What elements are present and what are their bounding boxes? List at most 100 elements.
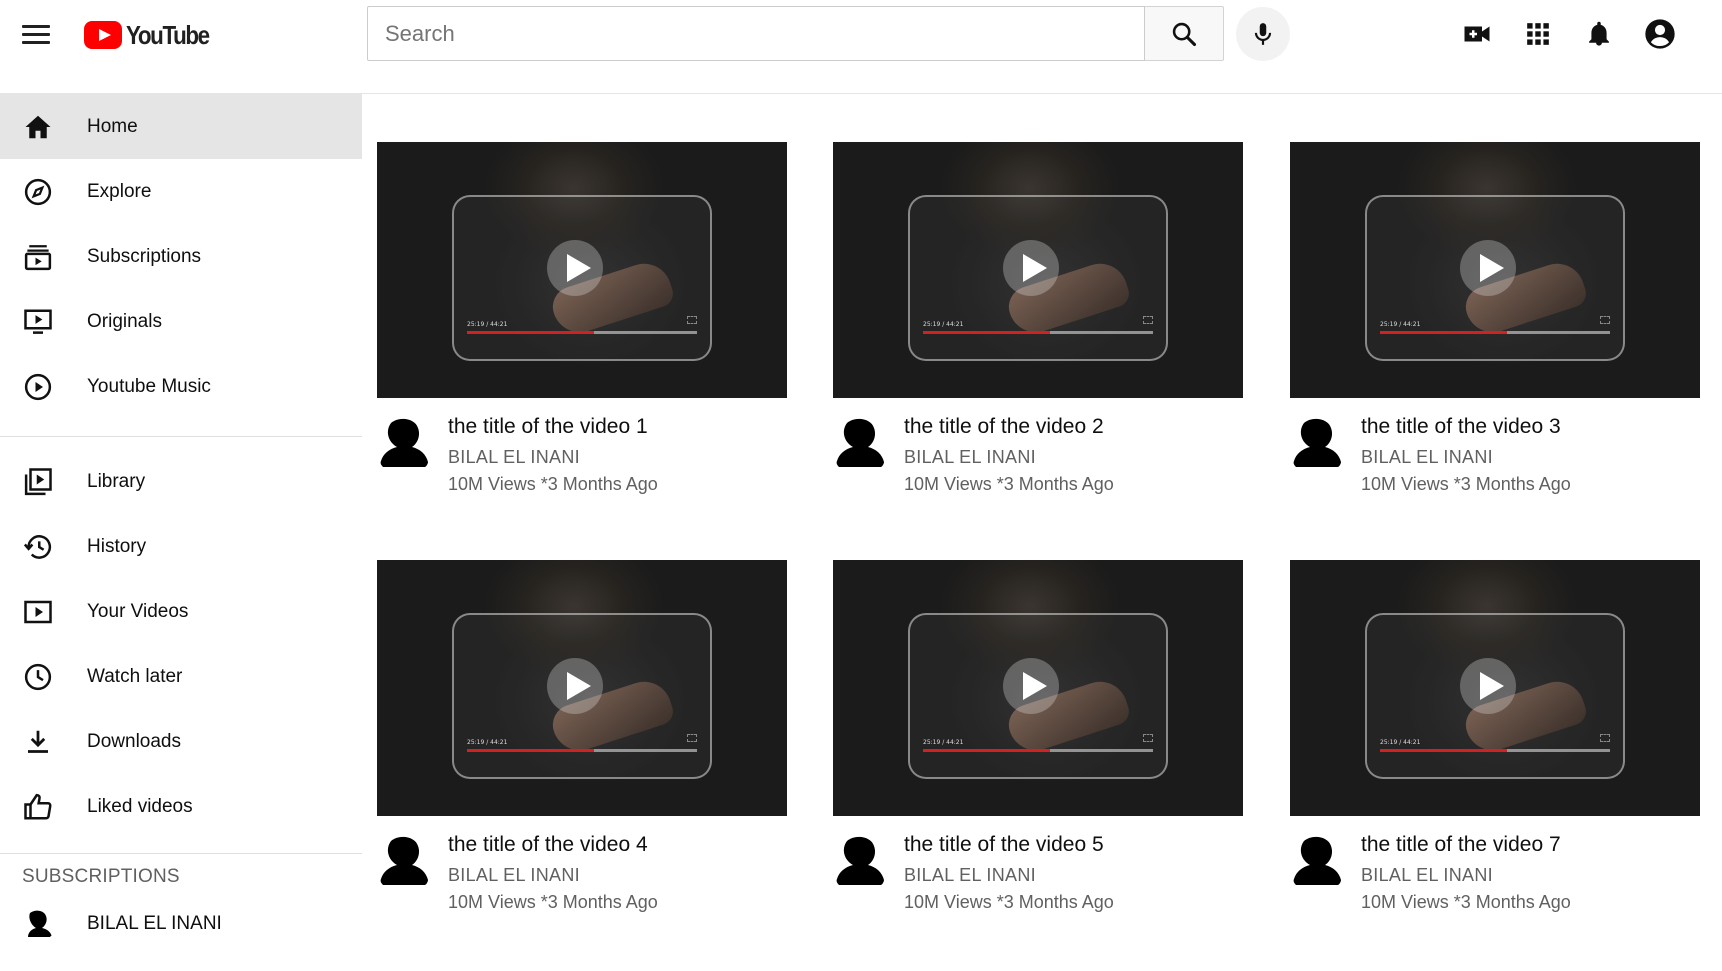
your-videos-icon (22, 596, 54, 628)
video-stats: 10M Views *3 Months Ago (904, 892, 1114, 912)
youtube-logo[interactable]: YouTube (84, 20, 222, 50)
thumbnail-time-text: 25:19 / 44:21 (923, 739, 964, 746)
sidebar-item-originals[interactable]: Originals (0, 289, 362, 354)
sidebar-item-label: Downloads (87, 730, 181, 752)
play-icon (1003, 240, 1059, 296)
notifications-bell-icon (1589, 21, 1609, 46)
fullscreen-icon (687, 734, 697, 742)
video-stats: 10M Views *3 Months Ago (1361, 892, 1571, 912)
video-channel-name[interactable]: BILAL EL INANI (448, 865, 658, 886)
video-title[interactable]: the title of the video 1 (448, 413, 658, 441)
search-input[interactable] (368, 7, 1144, 60)
sidebar-item-library[interactable]: Library (0, 449, 362, 514)
thumbnail-time-text: 25:19 / 44:21 (923, 321, 964, 328)
video-channel-name[interactable]: BILAL EL INANI (448, 447, 658, 468)
channel-avatar[interactable] (1290, 413, 1346, 469)
sidebar-item-label: Youtube Music (87, 375, 211, 397)
video-channel-name[interactable]: BILAL EL INANI (904, 447, 1114, 468)
notifications-button[interactable] (1579, 14, 1619, 54)
video-stats: 10M Views *3 Months Ago (448, 474, 658, 494)
video-stats: 10M Views *3 Months Ago (904, 474, 1114, 494)
thumbnail-progress-bar (1380, 331, 1610, 334)
video-title[interactable]: the title of the video 5 (904, 831, 1114, 859)
sidebar-item-youtube-music[interactable]: Youtube Music (0, 354, 362, 419)
compass-icon (22, 176, 54, 208)
video-card[interactable]: 25:19 / 44:21 the title of the video 4 B… (377, 560, 787, 913)
channel-avatar[interactable] (377, 413, 433, 469)
channel-avatar[interactable] (1290, 831, 1346, 887)
fullscreen-icon (1600, 316, 1610, 324)
thumbnail-progress-bar (467, 749, 697, 752)
fullscreen-icon (1600, 734, 1610, 742)
video-stats: 10M Views *3 Months Ago (448, 892, 658, 912)
channel-avatar[interactable] (377, 831, 433, 887)
video-thumbnail[interactable]: 25:19 / 44:21 (1290, 560, 1700, 816)
thumbnail-progress-bar (923, 749, 1153, 752)
apps-button[interactable] (1518, 14, 1558, 54)
sidebar-item-label: Your Videos (87, 600, 189, 622)
menu-icon[interactable] (22, 20, 54, 48)
history-icon (22, 531, 54, 563)
video-channel-name[interactable]: BILAL EL INANI (1361, 865, 1571, 886)
play-icon (547, 240, 603, 296)
video-thumbnail[interactable]: 25:19 / 44:21 (833, 142, 1243, 398)
voice-search-button[interactable] (1236, 7, 1290, 61)
account-button[interactable] (1640, 14, 1680, 54)
sidebar-item-history[interactable]: History (0, 514, 362, 579)
search-button[interactable] (1145, 6, 1224, 61)
sidebar-item-label: Originals (87, 310, 162, 332)
sidebar-item-your-videos[interactable]: Your Videos (0, 579, 362, 644)
video-title[interactable]: the title of the video 7 (1361, 831, 1571, 859)
video-thumbnail[interactable]: 25:19 / 44:21 (377, 142, 787, 398)
video-title[interactable]: the title of the video 3 (1361, 413, 1571, 441)
sidebar-item-explore[interactable]: Explore (0, 159, 362, 224)
top-header: YouTube (0, 0, 1722, 94)
thumbnail-time-text: 25:19 / 44:21 (467, 321, 508, 328)
home-icon (22, 111, 54, 143)
play-circle-icon (22, 371, 54, 403)
download-icon (22, 726, 54, 758)
play-icon (1003, 658, 1059, 714)
originals-icon (22, 306, 54, 338)
video-card[interactable]: 25:19 / 44:21 the title of the video 5 B… (833, 560, 1243, 913)
video-channel-name[interactable]: BILAL EL INANI (1361, 447, 1571, 468)
sidebar-divider (0, 436, 362, 437)
create-video-button[interactable] (1457, 14, 1497, 54)
sidebar-item-watch-later[interactable]: Watch later (0, 644, 362, 709)
account-icon (1645, 19, 1675, 49)
video-channel-name[interactable]: BILAL EL INANI (904, 865, 1114, 886)
sidebar-item-home[interactable]: Home (0, 94, 362, 159)
video-thumbnail[interactable]: 25:19 / 44:21 (1290, 142, 1700, 398)
thumbnail-progress-bar (923, 331, 1153, 334)
video-card[interactable]: 25:19 / 44:21 the title of the video 3 B… (1290, 142, 1700, 495)
subscription-item[interactable]: BILAL EL INANI (0, 899, 362, 949)
video-card[interactable]: 25:19 / 44:21 the title of the video 7 B… (1290, 560, 1700, 913)
sidebar-item-downloads[interactable]: Downloads (0, 709, 362, 774)
sidebar: Home Explore Subscriptions Originals You… (0, 94, 362, 971)
channel-avatar[interactable] (833, 413, 889, 469)
mic-icon (1254, 23, 1272, 45)
play-icon (1460, 240, 1516, 296)
sidebar-item-liked-videos[interactable]: Liked videos (0, 774, 362, 839)
sidebar-item-subscriptions[interactable]: Subscriptions (0, 224, 362, 289)
thumbnail-progress-bar (467, 331, 697, 334)
video-title[interactable]: the title of the video 4 (448, 831, 658, 859)
video-card[interactable]: 25:19 / 44:21 the title of the video 1 B… (377, 142, 787, 495)
subscriptions-icon (22, 241, 54, 273)
clock-icon (22, 661, 54, 693)
search-icon (1172, 22, 1197, 46)
subscriptions-section-title: SUBSCRIPTIONS (22, 866, 180, 887)
create-video-icon (1464, 26, 1490, 42)
fullscreen-icon (687, 316, 697, 324)
video-thumbnail[interactable]: 25:19 / 44:21 (833, 560, 1243, 816)
thumbnail-time-text: 25:19 / 44:21 (467, 739, 508, 746)
sidebar-item-label: Liked videos (87, 795, 193, 817)
video-title[interactable]: the title of the video 2 (904, 413, 1114, 441)
video-thumbnail[interactable]: 25:19 / 44:21 (377, 560, 787, 816)
fullscreen-icon (1143, 316, 1153, 324)
sidebar-item-label: History (87, 535, 147, 557)
sidebar-item-label: Explore (87, 180, 152, 202)
video-card[interactable]: 25:19 / 44:21 the title of the video 2 B… (833, 142, 1243, 495)
channel-avatar[interactable] (833, 831, 889, 887)
channel-avatar (22, 907, 56, 941)
